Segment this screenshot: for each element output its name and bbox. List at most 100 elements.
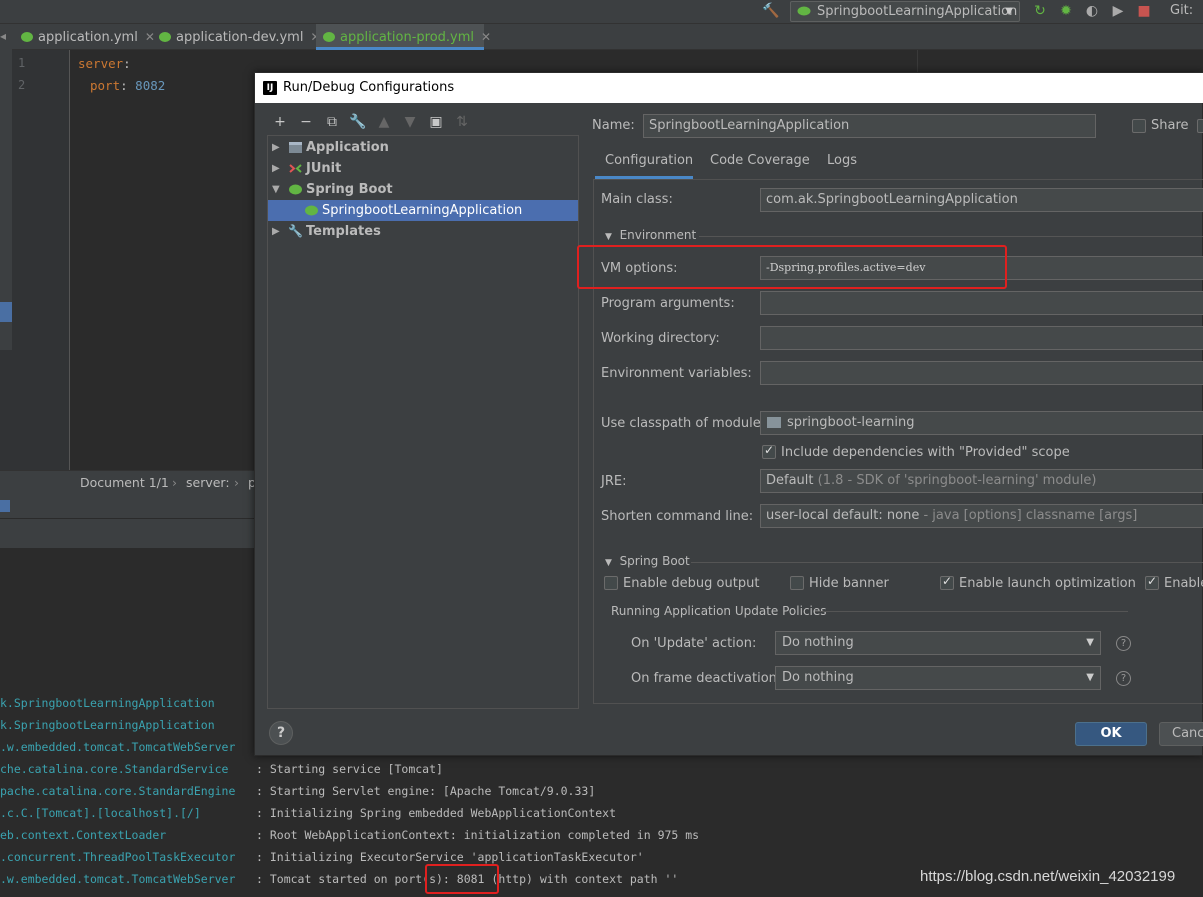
sort-icon[interactable]: ⇅ [453, 113, 471, 131]
yaml-leaf-icon [159, 32, 171, 42]
code-line-2[interactable]: port: 8082 [90, 78, 165, 93]
yaml-key: port [90, 78, 121, 93]
tree-item-junit[interactable]: ▶ JUnit [268, 158, 578, 179]
stop-icon[interactable]: ■ [1136, 3, 1152, 19]
add-icon[interactable]: + [271, 113, 289, 131]
help-icon[interactable]: ? [1116, 671, 1131, 686]
log-logger: k.SpringbootLearningApplication [0, 718, 215, 732]
move-up-icon[interactable]: ▲ [375, 113, 393, 131]
port-highlight-box [425, 864, 499, 894]
name-field[interactable]: SpringbootLearningApplication [643, 114, 1096, 138]
coverage-icon[interactable]: ◐ [1084, 3, 1100, 19]
debug-bug-icon[interactable]: ✹ [1058, 3, 1074, 19]
chevron-right-icon[interactable]: ▶ [272, 221, 280, 242]
jre-select[interactable]: Default (1.8 - SDK of 'springboot-learni… [760, 469, 1203, 493]
run-config-selector[interactable]: SpringbootLearningApplication ▼ [790, 1, 1020, 22]
profile-icon[interactable]: ▶ [1110, 3, 1126, 19]
help-button[interactable]: ? [269, 721, 293, 745]
tab-code-coverage[interactable]: Code Coverage [710, 153, 810, 168]
launch-optimization-label: Enable launch optimization [959, 576, 1136, 591]
tab-application-prod-yml[interactable]: application-prod.yml ✕ [316, 24, 491, 50]
chevron-down-icon[interactable]: ▼ [272, 179, 280, 200]
working-directory-field[interactable] [760, 326, 1203, 350]
main-class-field[interactable]: com.ak.SpringbootLearningApplication [760, 188, 1203, 212]
run-config-label: SpringbootLearningApplication [817, 4, 1018, 19]
shorten-command-line-label: Shorten command line: [601, 509, 754, 524]
spring-boot-icon [289, 184, 302, 195]
breadcrumb-server[interactable]: server: [186, 475, 230, 490]
include-dependencies-checkbox[interactable] [762, 443, 776, 459]
tree-item-application[interactable]: ▶ Application [268, 137, 578, 158]
tab-application-yml[interactable]: application.yml ✕ [14, 24, 155, 50]
intellij-icon: IJ [263, 81, 277, 95]
chevron-right-icon[interactable]: ▶ [272, 158, 280, 179]
log-logger: k.SpringbootLearningApplication [0, 696, 215, 710]
section-divider [691, 562, 1203, 563]
move-down-icon[interactable]: ▼ [401, 113, 419, 131]
jre-label: JRE: [601, 474, 627, 489]
tree-label: SpringbootLearningApplication [322, 203, 523, 218]
tree-item-templates[interactable]: ▶ 🔧 Templates [268, 221, 578, 242]
build-hammer-icon[interactable]: 🔨 [762, 3, 779, 19]
environment-variables-field[interactable] [760, 361, 1203, 385]
spring-boot-icon [305, 205, 318, 216]
launch-optimization-checkbox[interactable] [940, 574, 954, 590]
tab-application-dev-yml[interactable]: application-dev.yml✕ [152, 24, 321, 50]
chevron-right-icon[interactable]: ▶ [272, 137, 280, 158]
tree-item-spring-boot[interactable]: ▼ Spring Boot [268, 179, 578, 200]
breadcrumb: Document 1/1 › server: › p [0, 470, 256, 494]
enable-debug-checkbox[interactable] [604, 576, 618, 590]
hide-banner-checkbox[interactable] [790, 576, 804, 590]
log-logger: .concurrent.ThreadPoolTaskExecutor [0, 850, 236, 864]
cancel-button[interactable]: Canc [1159, 722, 1203, 746]
program-arguments-field[interactable] [760, 291, 1203, 315]
folder-icon[interactable]: ▣ [427, 113, 445, 131]
shorten-command-line-select[interactable]: user-local default: none - java [options… [760, 504, 1203, 528]
update-policies-header: Running Application Update Policies [611, 604, 827, 618]
code-line-1[interactable]: server: [78, 56, 131, 71]
watermark: https://blog.csdn.net/weixin_42032199 [920, 868, 1176, 885]
section-title: Environment [619, 228, 697, 242]
log-message: : Starting Servlet engine: [Apache Tomca… [256, 784, 596, 798]
tab-logs[interactable]: Logs [827, 153, 857, 168]
hide-banner-label: Hide banner [809, 576, 889, 591]
share-checkbox[interactable] [1132, 119, 1146, 133]
config-tree: ▶ Application ▶ JUnit ▼ Spring Boot Spri… [267, 135, 579, 709]
tool-window-marker[interactable] [0, 302, 12, 322]
working-directory-label: Working directory: [601, 331, 720, 346]
remove-icon[interactable]: − [297, 113, 315, 131]
on-frame-deactivation-select[interactable]: Do nothing ▼ [775, 666, 1101, 690]
dialog-title-bar[interactable]: IJ Run/Debug Configurations [255, 73, 1203, 103]
log-message: : Initializing Spring embedded WebApplic… [256, 806, 617, 820]
main-class-label: Main class: [601, 192, 673, 207]
git-label[interactable]: Git: [1170, 3, 1193, 18]
classpath-module-select[interactable]: springboot-learning [760, 411, 1203, 435]
breadcrumb-separator: › [234, 475, 239, 490]
log-logger: che.catalina.core.StandardService [0, 762, 229, 776]
help-icon[interactable]: ? [1116, 636, 1131, 651]
tab-configuration[interactable]: Configuration [605, 153, 693, 168]
log-logger: pache.catalina.core.StandardEngine [0, 784, 236, 798]
enable-jmx-checkbox[interactable] [1145, 574, 1159, 590]
on-update-select[interactable]: Do nothing ▼ [775, 631, 1101, 655]
log-message: : Initializing ExecutorService 'applicat… [256, 850, 644, 864]
environment-section-header[interactable]: ▼ Environment [605, 228, 696, 242]
ok-button[interactable]: OK [1075, 722, 1147, 746]
log-logger: eb.context.ContextLoader [0, 828, 167, 842]
yaml-leaf-icon [323, 32, 335, 42]
dialog-title: Run/Debug Configurations [283, 80, 455, 95]
log-message: : Starting service [Tomcat] [256, 762, 443, 776]
tree-label: Application [306, 140, 389, 155]
include-dependencies-label: Include dependencies with "Provided" sco… [781, 445, 1070, 460]
on-update-label: On 'Update' action: [631, 636, 757, 651]
copy-icon[interactable]: ⧉ [323, 113, 341, 131]
wrench-icon[interactable]: 🔧 [349, 113, 367, 131]
rerun-icon[interactable]: ↻ [1032, 3, 1048, 19]
breadcrumb-document[interactable]: Document 1/1 [80, 475, 169, 490]
chevron-down-icon: ▼ [605, 232, 612, 242]
spring-boot-section-header[interactable]: ▼ Spring Boot [605, 554, 690, 568]
shorten-detail: - java [options] classname [args] [923, 508, 1138, 523]
allow-parallel-checkbox[interactable] [1197, 119, 1203, 133]
tree-item-springboot-learning-application[interactable]: SpringbootLearningApplication [268, 200, 578, 221]
close-icon[interactable]: ✕ [481, 30, 491, 44]
